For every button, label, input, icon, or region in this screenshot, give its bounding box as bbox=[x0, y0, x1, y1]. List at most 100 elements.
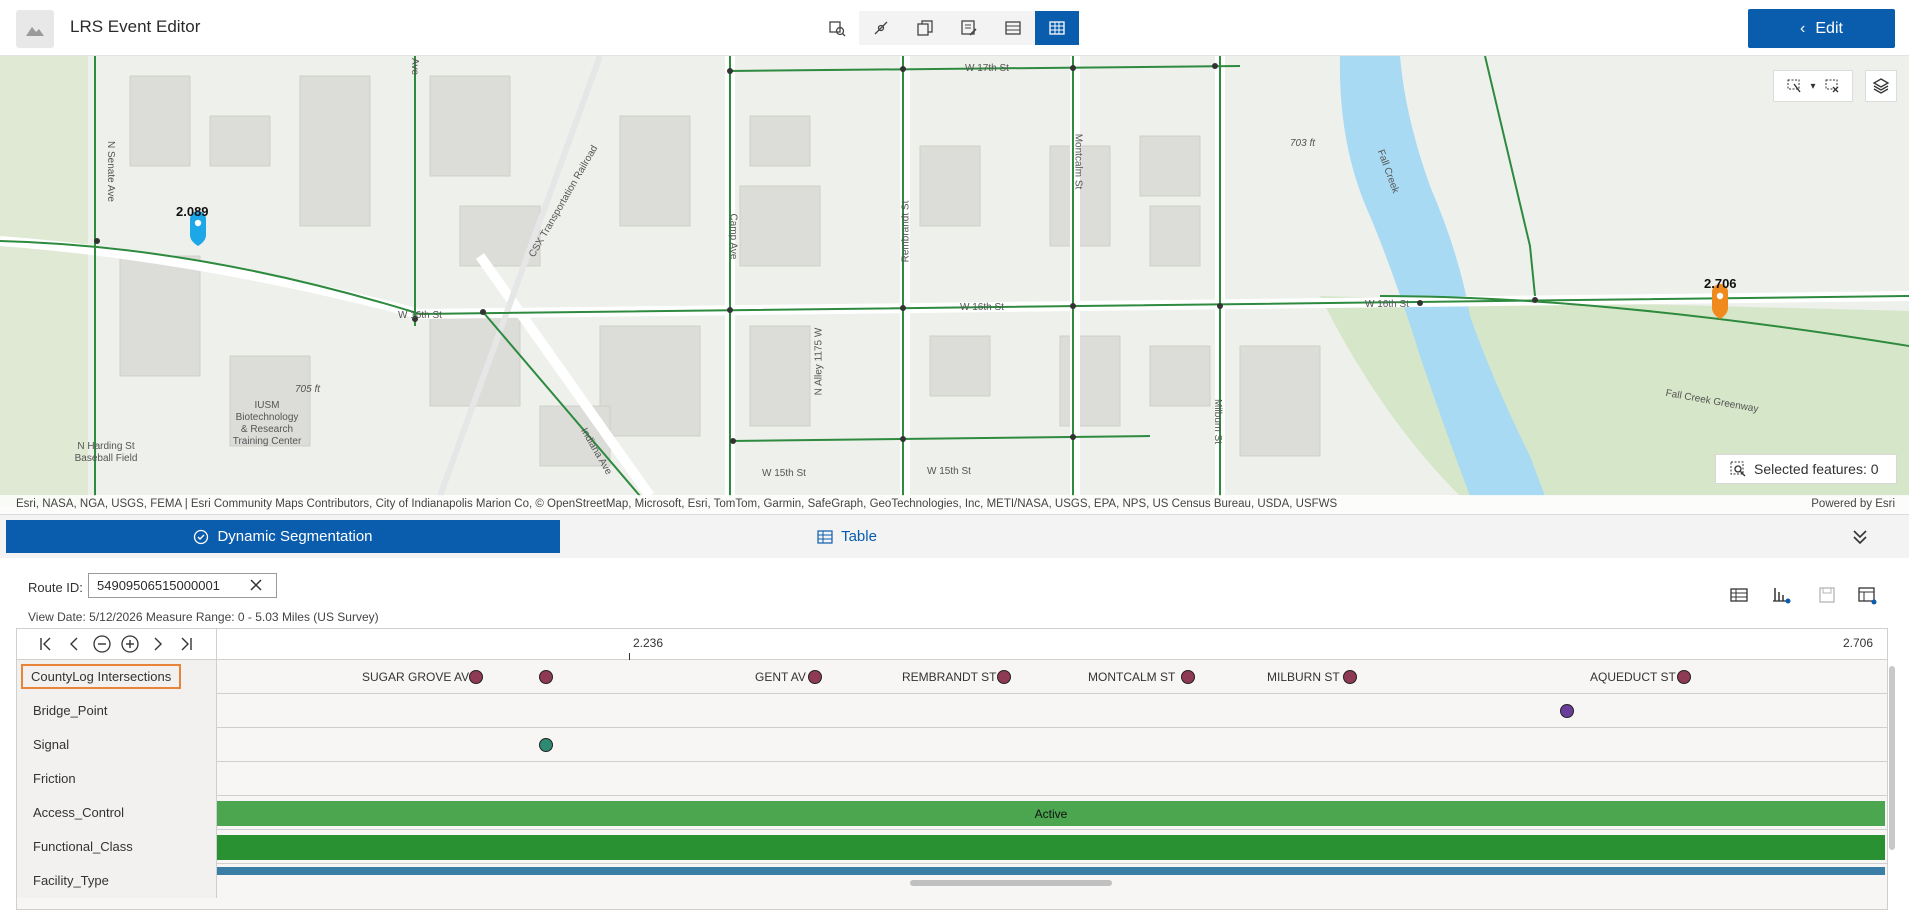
elevation-label: 705 ft bbox=[295, 384, 321, 395]
layers-button[interactable] bbox=[1865, 70, 1897, 102]
toolbar bbox=[815, 11, 1079, 45]
intersection-point[interactable] bbox=[1677, 670, 1691, 684]
selected-features-label: Selected features: 0 bbox=[1754, 461, 1879, 477]
table-icon[interactable] bbox=[991, 11, 1035, 45]
street-label: W 16th St bbox=[1365, 299, 1409, 310]
street-label: Montcalm St bbox=[1072, 133, 1084, 190]
next-icon[interactable] bbox=[147, 633, 169, 655]
street-label: W 15th St bbox=[762, 468, 806, 479]
locate-measure-icon[interactable] bbox=[859, 11, 903, 45]
pin-measure-label: 2.706 bbox=[1704, 276, 1737, 291]
street-label: W 17th St bbox=[965, 63, 1009, 74]
ruler-tick bbox=[629, 653, 630, 660]
row-label[interactable]: Facility_Type bbox=[17, 864, 217, 898]
row-signal: Signal bbox=[17, 728, 1887, 762]
attribute-table-icon[interactable] bbox=[1728, 584, 1750, 606]
functional-class-segment[interactable] bbox=[217, 835, 1885, 860]
tab-label: Dynamic Segmentation bbox=[217, 528, 373, 545]
street-label: N Senate Ave bbox=[104, 141, 116, 202]
intersection-label: AQUEDUCT ST bbox=[1590, 670, 1676, 684]
street-label: W 16th St bbox=[960, 302, 1004, 313]
measure-navigation bbox=[17, 629, 217, 660]
selected-features-button[interactable]: Selected features: 0 bbox=[1715, 454, 1897, 484]
panel-tabs: Dynamic Segmentation Table bbox=[0, 514, 1909, 558]
copy-events-icon[interactable] bbox=[903, 11, 947, 45]
bridge-point[interactable] bbox=[1560, 704, 1574, 718]
row-label[interactable]: Access_Control bbox=[17, 796, 217, 830]
intersection-point[interactable] bbox=[997, 670, 1011, 684]
dropdown-caret-icon[interactable]: ▾ bbox=[1810, 81, 1815, 92]
selection-tools[interactable]: ▾ bbox=[1773, 70, 1853, 102]
signal-point[interactable] bbox=[539, 738, 553, 752]
row-label-text: CountyLog Intersections bbox=[21, 664, 182, 689]
map-attribution: Esri, NASA, NGA, USGS, FEMA | Esri Commu… bbox=[0, 495, 1909, 514]
street-label: Milburn St bbox=[1212, 398, 1224, 445]
tab-dynamic-segmentation[interactable]: Dynamic Segmentation bbox=[6, 520, 560, 553]
street-label: Rembrandt St bbox=[900, 200, 912, 263]
ruler-right-measure: 2.706 bbox=[1843, 636, 1874, 650]
chart-settings-icon[interactable] bbox=[1770, 584, 1792, 606]
save-icon[interactable] bbox=[1816, 584, 1838, 606]
dynamic-segmentation-panel: Route ID: 54909506515000001 View Date: 5… bbox=[0, 558, 1909, 913]
tab-label: Table bbox=[841, 528, 877, 545]
intersection-label: GENT AV bbox=[755, 670, 806, 684]
access-control-segment[interactable]: Active bbox=[217, 801, 1885, 826]
row-label[interactable]: Functional_Class bbox=[17, 830, 217, 864]
facility-type-segment[interactable] bbox=[217, 867, 1885, 875]
intersection-point[interactable] bbox=[539, 670, 553, 684]
clear-icon[interactable] bbox=[248, 577, 264, 593]
tab-table[interactable]: Table bbox=[560, 520, 1134, 553]
poi-label: IUSM Biotechnology & Research Training C… bbox=[232, 400, 302, 447]
table-settings-icon[interactable] bbox=[1856, 584, 1878, 606]
select-icon bbox=[1787, 79, 1802, 93]
identify-route-icon[interactable] bbox=[815, 11, 859, 45]
layers-icon bbox=[1872, 78, 1890, 94]
intersection-point[interactable] bbox=[1343, 670, 1357, 684]
go-last-icon[interactable] bbox=[175, 633, 197, 655]
row-countylog-intersections: CountyLog Intersections SUGAR GROVE AV G… bbox=[17, 660, 1887, 694]
dynseg-grid: 2.236 2.706 CountyLog Intersections SUGA… bbox=[16, 628, 1888, 910]
row-friction: Friction bbox=[17, 762, 1887, 796]
check-circle-icon bbox=[194, 529, 209, 544]
zoom-to-selection-icon bbox=[1730, 461, 1746, 477]
grid-table-icon[interactable] bbox=[1035, 11, 1079, 45]
app-header: LRS Event Editor ‹ Edit bbox=[0, 0, 1909, 56]
horizontal-scrollbar[interactable] bbox=[910, 880, 1112, 886]
row-label[interactable]: Signal bbox=[17, 728, 217, 762]
edit-button-label: Edit bbox=[1815, 19, 1843, 37]
intersection-point[interactable] bbox=[808, 670, 822, 684]
intersection-label: SUGAR GROVE AV bbox=[362, 670, 470, 684]
street-label: N Alley 1175 W bbox=[813, 327, 825, 396]
edit-button[interactable]: ‹ Edit bbox=[1748, 9, 1895, 48]
go-first-icon[interactable] bbox=[35, 633, 57, 655]
route-id-label: Route ID: bbox=[28, 580, 83, 595]
collapse-panel-icon[interactable] bbox=[1848, 525, 1872, 549]
row-label[interactable]: Friction bbox=[17, 762, 217, 796]
street-label: W 15th St bbox=[927, 466, 971, 477]
intersection-point[interactable] bbox=[469, 670, 483, 684]
intersection-point[interactable] bbox=[1181, 670, 1195, 684]
map-view[interactable]: W 16th St W 16th St W 16th St W 17th St … bbox=[0, 56, 1909, 514]
app-thumbnail-icon bbox=[16, 10, 54, 48]
ruler-left-measure: 2.236 bbox=[633, 636, 664, 650]
intersection-label: MILBURN ST bbox=[1267, 670, 1340, 684]
intersection-label: REMBRANDT ST bbox=[902, 670, 997, 684]
zoom-in-icon[interactable] bbox=[119, 633, 141, 655]
row-label[interactable]: Bridge_Point bbox=[17, 694, 217, 728]
clear-selection-icon bbox=[1825, 79, 1838, 93]
vertical-scrollbar[interactable] bbox=[1889, 666, 1895, 850]
previous-icon[interactable] bbox=[63, 633, 85, 655]
app-title: LRS Event Editor bbox=[70, 17, 201, 36]
row-bridge-point: Bridge_Point bbox=[17, 694, 1887, 728]
row-access-control: Access_Control Active bbox=[17, 796, 1887, 830]
view-date-measure-range: View Date: 5/12/2026 Measure Range: 0 - … bbox=[28, 610, 379, 624]
zoom-out-icon[interactable] bbox=[91, 633, 113, 655]
powered-by[interactable]: Powered by Esri bbox=[1811, 495, 1895, 514]
table-icon bbox=[817, 529, 833, 544]
edit-events-icon[interactable] bbox=[947, 11, 991, 45]
elevation-label: 703 ft bbox=[1290, 138, 1316, 149]
street-label: W 16th St bbox=[398, 310, 442, 321]
poi-label: N Harding St Baseball Field bbox=[74, 441, 138, 464]
row-label[interactable]: CountyLog Intersections bbox=[17, 660, 217, 694]
street-label: Ave bbox=[409, 57, 421, 76]
